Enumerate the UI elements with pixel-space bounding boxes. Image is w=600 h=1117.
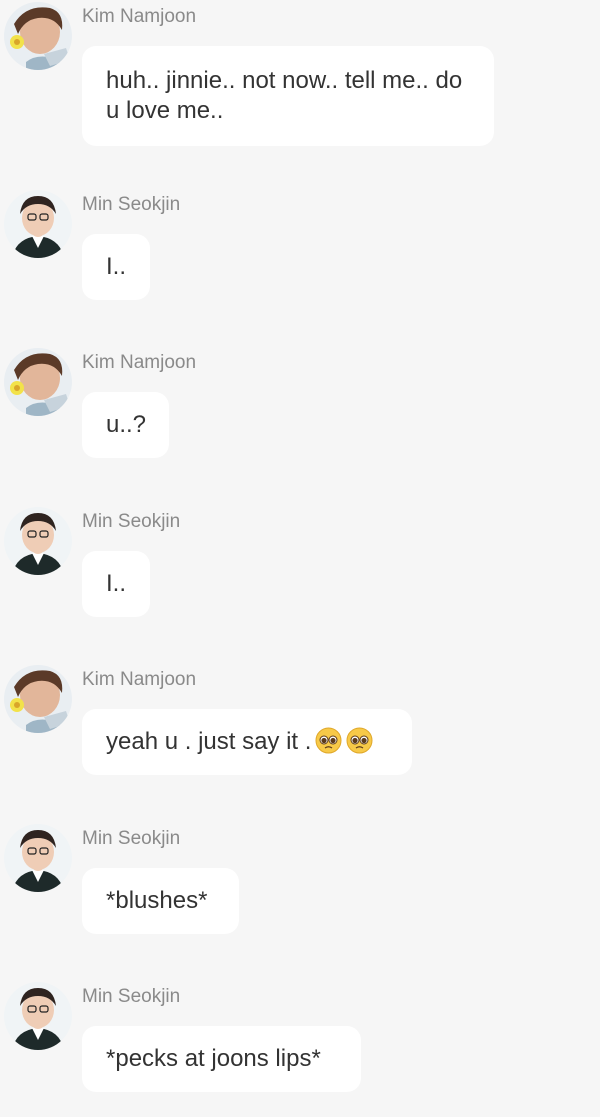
sender-name: Kim Namjoon (82, 352, 197, 373)
message-bubble[interactable]: *blushes* (82, 868, 239, 934)
seokjin-avatar[interactable] (4, 982, 72, 1050)
message-bubble[interactable]: u..? (82, 392, 169, 458)
namjoon-avatar[interactable] (4, 348, 72, 416)
message-bubble[interactable]: I.. (82, 234, 150, 300)
message-bubble[interactable]: *pecks at joons lips* (82, 1026, 361, 1092)
pleading-face-icon (346, 727, 373, 754)
message-bubble[interactable]: huh.. jinnie.. not now.. tell me.. do u … (82, 46, 494, 146)
message-text: yeah u . just say it . (106, 728, 312, 755)
sender-name: Kim Namjoon (82, 6, 197, 27)
sender-name: Min Seokjin (82, 511, 181, 532)
seokjin-avatar[interactable] (4, 507, 72, 575)
pleading-face-icon (315, 727, 342, 754)
sender-name: Min Seokjin (82, 828, 181, 849)
sender-name: Min Seokjin (82, 194, 181, 215)
message-bubble[interactable]: yeah u . just say it . (82, 709, 412, 775)
message-bubble[interactable]: I.. (82, 551, 150, 617)
sender-name: Min Seokjin (82, 986, 181, 1007)
seokjin-avatar[interactable] (4, 190, 72, 258)
namjoon-avatar[interactable] (4, 2, 72, 70)
sender-name: Kim Namjoon (82, 669, 197, 690)
namjoon-avatar[interactable] (4, 665, 72, 733)
chat-transcript: Kim Namjoon huh.. jinnie.. not now.. tel… (0, 0, 600, 1117)
seokjin-avatar[interactable] (4, 824, 72, 892)
